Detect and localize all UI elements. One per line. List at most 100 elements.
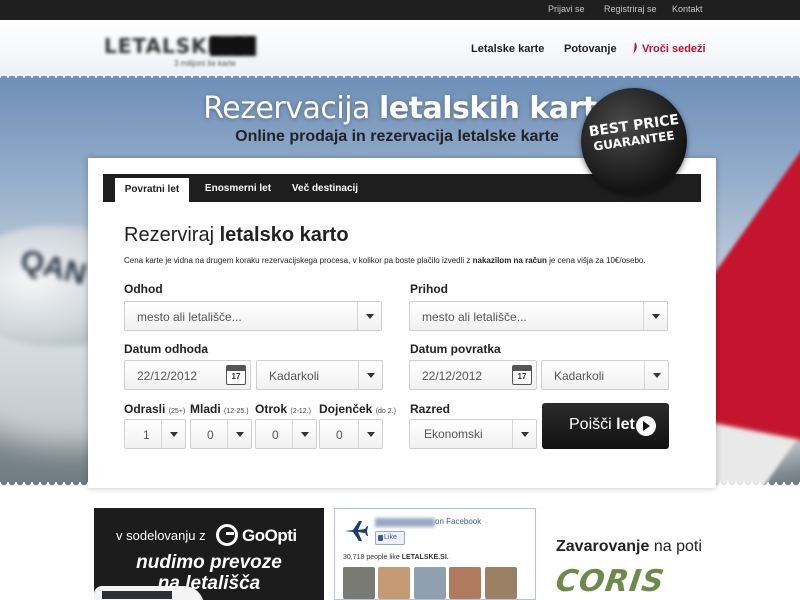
arrival-select[interactable]: mesto ali letališče... [409,301,668,331]
like-count: 30,718 people like LETALSKE.SI. [343,554,449,561]
depart-date-input[interactable]: 22/12/2012 17 [124,360,251,390]
infants-label-text: Dojenček [319,402,373,416]
calendar-icon[interactable]: 17 [226,365,246,385]
youth-select[interactable]: 0 [190,419,252,449]
form-title-light: Rezerviraj [124,224,215,246]
insurance-title: Zavarovanje na poti [556,538,702,556]
chevron-down-icon[interactable] [512,420,536,448]
arrival-placeholder: mesto ali letališče... [422,310,527,324]
on-facebook-text: on Facebook [435,517,482,526]
login-link[interactable]: Prijavi se [548,4,585,14]
promo-brand: GoOpti [242,526,297,545]
like-count-text: 30,718 people like [343,554,400,561]
nav-hot-seats[interactable]: Vroči sedeži [642,43,706,55]
infants-select[interactable]: 0 [319,419,383,449]
chevron-down-icon[interactable] [357,302,381,330]
flame-icon [633,42,637,54]
children-select[interactable]: 0 [255,419,317,449]
calendar-day: 17 [231,372,241,381]
airplane-icon [345,521,368,541]
form-title: Rezerviraj letalsko karto [124,224,349,247]
logo-block [210,36,256,56]
avatar[interactable] [414,567,446,599]
tab-one-way[interactable]: Enosmerni let [197,174,279,202]
best-price-badge: BEST PRICE GUARANTEE [581,88,687,194]
return-time-select[interactable]: Kadarkoli [541,360,669,390]
return-time-value: Kadarkoli [554,369,605,383]
arrival-label: Prihod [410,282,448,296]
chevron-down-icon[interactable] [358,361,382,389]
chevron-down-icon[interactable] [358,420,382,448]
price-note-text-end: je cena višja za 10€/osebo. [546,256,646,265]
hero-title-light: Rezervacija [203,91,370,126]
chevron-down-icon[interactable] [643,302,667,330]
avatar[interactable] [485,567,517,599]
depart-date-label: Datum odhoda [124,342,208,356]
depart-date-value: 22/12/2012 [137,369,198,383]
avatar[interactable] [378,567,410,599]
chevron-down-icon[interactable] [292,420,316,448]
chevron-down-icon[interactable] [227,420,251,448]
play-arrow-icon [636,416,656,436]
price-note-text: Cena karte je vidna na drugem koraku rez… [124,256,473,265]
search-label-bold: let [616,416,635,433]
price-note-bold: nakazilom na račun [472,256,547,265]
depart-time-value: Kadarkoli [269,369,320,383]
avatar[interactable] [343,567,375,599]
like-button[interactable]: Like [375,531,405,545]
youth-label-text: Mladi [190,402,221,416]
avatar[interactable] [449,567,481,599]
infants-label: Dojenček (do 2.) [319,402,396,416]
price-note: Cena karte je vidna na drugem koraku rez… [124,256,646,265]
search-button-label: Poišči let [569,416,635,434]
perforated-edge-top [0,70,800,78]
nav-flights[interactable]: Letalske karte [471,43,544,55]
youth-label: Mladi (12-25.) [190,402,249,416]
chevron-down-icon[interactable] [161,420,185,448]
search-flight-button[interactable]: Poišči let [542,403,669,449]
coris-logo[interactable]: CORIS [554,564,667,599]
departure-placeholder: mesto ali letališče... [137,310,242,324]
van-image [94,586,204,600]
return-date-input[interactable]: 22/12/2012 17 [409,360,537,390]
form-title-bold: letalsko karto [219,224,349,246]
chevron-down-icon[interactable] [644,361,668,389]
infants-hint: (do 2.) [375,408,396,415]
booking-form-panel: Povratni let Enosmerni let Več destinaci… [88,158,716,488]
youth-hint: (12-25.) [224,408,249,415]
hero-title-bold: letalskih kart [379,91,597,126]
goopti-logo-icon [216,524,238,546]
children-label: Otrok (2-12.) [255,402,311,416]
promo-line2: nudimo prevoze [136,552,282,573]
adults-label-text: Odrasli [124,402,166,416]
tab-multi-destination[interactable]: Več destinacij [285,174,365,202]
depart-time-select[interactable]: Kadarkoli [256,360,383,390]
children-value: 0 [272,428,279,442]
return-date-value: 22/12/2012 [422,369,483,383]
like-count-name: LETALSKE.SI. [401,554,449,561]
facebook-like-box: on Facebook Like 30,718 people like LETA… [334,508,536,600]
site-logo[interactable]: LETALSKE.SI 3 milijoni še karte [104,34,256,70]
register-link[interactable]: Registriraj se [604,4,657,14]
contact-link[interactable]: Kontakt [672,4,703,14]
adults-hint: (25+) [168,408,186,415]
children-label-text: Otrok [255,402,288,416]
insurance-title-light: na poti [653,538,702,555]
calendar-icon[interactable]: 17 [512,365,532,385]
site-header: LETALSKE.SI 3 milijoni še karte Letalske… [0,20,800,76]
departure-label: Odhod [124,282,163,296]
goopti-promo-banner[interactable]: v sodelovanju z GoOpti nudimo prevoze na… [94,508,324,600]
infants-value: 0 [336,428,343,442]
tab-return-flight[interactable]: Povratni let [115,178,189,202]
class-label: Razred [410,402,451,416]
nav-travel[interactable]: Potovanje [564,43,617,55]
class-select[interactable]: Ekonomski [409,419,537,449]
departure-select[interactable]: mesto ali letališče... [124,301,382,331]
logo-tagline: 3 milijoni še karte [174,59,236,68]
page-name-blurred[interactable] [375,518,435,527]
class-value: Ekonomski [424,427,483,441]
adults-select[interactable]: 1 [124,419,186,449]
promo-line1: v sodelovanju z [116,528,206,543]
search-label-light: Poišči [569,416,612,433]
return-date-label: Datum povratka [410,342,501,356]
